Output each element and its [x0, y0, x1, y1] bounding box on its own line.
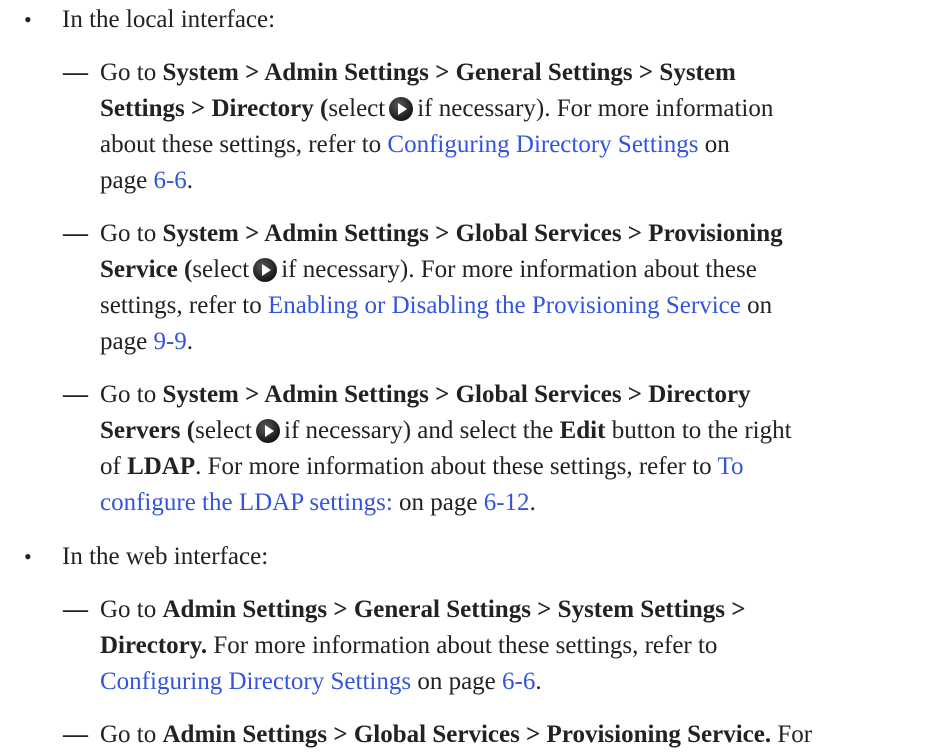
local-item-1-line-4: page 6-6. — [100, 167, 194, 194]
local-item-3-line-3: of LDAP. For more information about thes… — [100, 453, 744, 480]
local-item-2-line-3: settings, refer to Enabling or Disabling… — [100, 292, 773, 319]
link-page-6-6-web[interactable]: 6-6 — [502, 668, 535, 695]
local-item-3-line-2: Servers (select if necessary) and select … — [100, 417, 792, 444]
local-item-1-line-3: about these settings, refer to Configuri… — [100, 131, 730, 158]
play-icon — [389, 97, 414, 121]
web-item-1-line-2: Directory. For more information about th… — [100, 632, 718, 659]
local-item-3-line-1: Go to System > Admin Settings > Global S… — [100, 381, 751, 408]
play-icon — [256, 419, 281, 443]
link-page-6-12[interactable]: 6-12 — [484, 489, 530, 516]
local-item-2-line-2: Service (select if necessary). For more i… — [100, 256, 757, 283]
local-item-1-line-2: Settings > Directory (select if necessary… — [100, 95, 774, 122]
link-to-configure-ldap-1[interactable]: To — [717, 453, 743, 480]
document-page: • In the local interface: — Go to System… — [0, 0, 926, 748]
link-to-configure-ldap-2[interactable]: configure the LDAP settings: — [100, 489, 393, 516]
local-item-1-line-1: Go to System > Admin Settings > General … — [100, 59, 736, 86]
link-enabling-provisioning-service[interactable]: Enabling or Disabling the Provisioning S… — [268, 292, 741, 319]
local-interface-heading: In the local interface: — [62, 6, 276, 33]
dash-web-2: — — [63, 721, 88, 748]
bullet-local: • — [24, 7, 32, 32]
link-configuring-directory-settings-web[interactable]: Configuring Directory Settings — [100, 668, 411, 695]
local-item-2-line-4: page 9-9. — [100, 328, 194, 355]
link-configuring-directory-settings[interactable]: Configuring Directory Settings — [387, 131, 698, 158]
local-item-2-line-1: Go to System > Admin Settings > Global S… — [100, 220, 783, 247]
web-item-1-line-3: Configuring Directory Settings on page 6… — [100, 668, 542, 695]
dash-local-1: — — [63, 59, 88, 86]
link-page-9-9[interactable]: 9-9 — [153, 328, 186, 355]
web-item-2-line-1: Go to Admin Settings > Global Services >… — [100, 721, 813, 748]
web-interface-heading: In the web interface: — [62, 543, 269, 570]
bullet-web: • — [24, 544, 32, 569]
dash-local-2: — — [63, 220, 88, 247]
dash-local-3: — — [63, 381, 88, 408]
dash-web-1: — — [63, 596, 88, 623]
local-item-3-line-4: configure the LDAP settings: on page 6-1… — [100, 489, 536, 516]
web-item-1-line-1: Go to Admin Settings > General Settings … — [100, 596, 746, 623]
play-icon — [253, 258, 278, 282]
link-page-6-6[interactable]: 6-6 — [153, 167, 186, 194]
